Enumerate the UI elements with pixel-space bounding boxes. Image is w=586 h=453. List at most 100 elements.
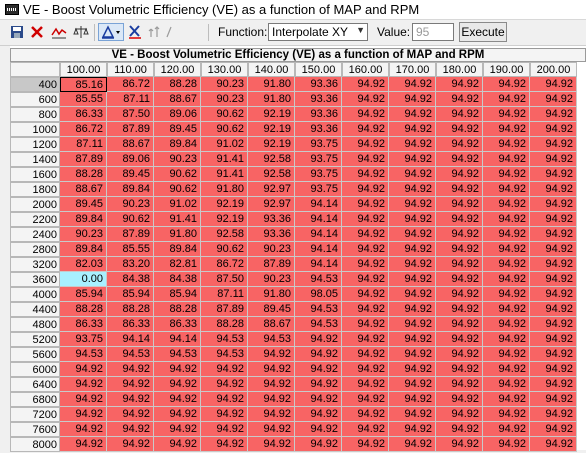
table-cell[interactable]: 94.92 [107, 422, 154, 437]
row-header[interactable]: 4400 [10, 302, 60, 317]
table-cell[interactable]: 94.92 [201, 407, 248, 422]
table-cell[interactable]: 94.92 [60, 407, 107, 422]
table-cell[interactable]: 94.92 [530, 317, 577, 332]
table-cell[interactable]: 94.92 [295, 332, 342, 347]
table-cell[interactable]: 94.92 [436, 212, 483, 227]
table-cell[interactable]: 94.92 [530, 137, 577, 152]
table-cell[interactable]: 91.80 [201, 182, 248, 197]
table-cell[interactable]: 94.92 [530, 122, 577, 137]
table-cell[interactable]: 94.92 [436, 302, 483, 317]
table-cell[interactable]: 90.23 [248, 272, 295, 287]
table-cell[interactable]: 94.92 [342, 122, 389, 137]
row-header[interactable]: 2200 [10, 212, 60, 227]
table-cell[interactable]: 94.92 [530, 287, 577, 302]
table-cell[interactable]: 88.67 [107, 137, 154, 152]
table-cell[interactable]: 88.28 [60, 167, 107, 182]
table-cell[interactable]: 94.92 [107, 392, 154, 407]
table-cell[interactable]: 94.92 [436, 257, 483, 272]
table-cell[interactable]: 0.00 [60, 272, 107, 287]
column-header[interactable]: 100.00 [60, 62, 107, 77]
row-header[interactable]: 1200 [10, 137, 60, 152]
column-header[interactable]: 130.00 [201, 62, 248, 77]
table-cell[interactable]: 94.92 [436, 77, 483, 92]
table-cell[interactable]: 89.84 [60, 212, 107, 227]
function-select[interactable]: Interpolate XY ▼ [268, 23, 368, 41]
table-cell[interactable]: 94.92 [389, 407, 436, 422]
table-cell[interactable]: 94.92 [107, 377, 154, 392]
table-cell[interactable]: 94.92 [342, 242, 389, 257]
table-cell[interactable]: 92.58 [201, 227, 248, 242]
table-cell[interactable]: 89.84 [154, 242, 201, 257]
table-cell[interactable]: 94.92 [342, 182, 389, 197]
table-cell[interactable]: 94.92 [530, 242, 577, 257]
table-cell[interactable]: 90.62 [107, 212, 154, 227]
table-cell[interactable]: 94.92 [530, 362, 577, 377]
table-cell[interactable]: 86.72 [60, 122, 107, 137]
column-header[interactable]: 120.00 [154, 62, 201, 77]
table-cell[interactable]: 94.53 [60, 347, 107, 362]
row-header[interactable]: 2000 [10, 197, 60, 212]
table-cell[interactable]: 87.89 [201, 302, 248, 317]
table-cell[interactable]: 90.62 [201, 122, 248, 137]
table-cell[interactable]: 94.14 [295, 197, 342, 212]
row-header[interactable]: 3600 [10, 272, 60, 287]
table-cell[interactable]: 94.92 [154, 392, 201, 407]
column-header[interactable]: 200.00 [530, 62, 577, 77]
table-cell[interactable]: 94.92 [389, 302, 436, 317]
table-cell[interactable]: 94.92 [530, 182, 577, 197]
table-cell[interactable]: 94.92 [436, 332, 483, 347]
table-cell[interactable]: 94.92 [483, 287, 530, 302]
table-cell[interactable]: 85.55 [107, 242, 154, 257]
table-cell[interactable]: 94.92 [436, 182, 483, 197]
line-graph-icon[interactable] [50, 23, 68, 41]
table-cell[interactable]: 94.92 [483, 347, 530, 362]
row-header[interactable]: 1400 [10, 152, 60, 167]
table-cell[interactable]: 94.92 [60, 377, 107, 392]
table-cell[interactable]: 94.14 [154, 332, 201, 347]
table-cell[interactable]: 91.41 [201, 152, 248, 167]
table-cell[interactable]: 94.92 [295, 377, 342, 392]
table-cell[interactable]: 94.92 [295, 392, 342, 407]
table-cell[interactable]: 94.92 [154, 377, 201, 392]
row-header[interactable]: 4000 [10, 287, 60, 302]
table-cell[interactable]: 94.92 [483, 377, 530, 392]
table-cell[interactable]: 94.92 [154, 407, 201, 422]
table-cell[interactable]: 94.92 [201, 377, 248, 392]
row-header[interactable]: 6800 [10, 392, 60, 407]
table-cell[interactable]: 86.33 [154, 317, 201, 332]
table-cell[interactable]: 87.89 [107, 122, 154, 137]
table-cell[interactable]: 94.92 [436, 197, 483, 212]
table-cell[interactable]: 94.92 [436, 227, 483, 242]
table-cell[interactable]: 94.92 [342, 77, 389, 92]
table-cell[interactable]: 93.36 [248, 212, 295, 227]
table-cell[interactable]: 94.53 [295, 302, 342, 317]
table-cell[interactable]: 94.92 [389, 107, 436, 122]
table-cell[interactable]: 94.92 [483, 137, 530, 152]
table-cell[interactable]: 94.92 [530, 332, 577, 347]
table-cell[interactable]: 86.33 [60, 107, 107, 122]
table-cell[interactable]: 94.92 [436, 242, 483, 257]
table-cell[interactable]: 87.11 [60, 137, 107, 152]
table-cell[interactable]: 94.92 [436, 422, 483, 437]
table-cell[interactable]: 94.92 [483, 317, 530, 332]
table-cell[interactable]: 94.92 [530, 167, 577, 182]
table-cell[interactable]: 94.92 [436, 122, 483, 137]
table-cell[interactable]: 93.75 [295, 137, 342, 152]
table-cell[interactable]: 90.23 [60, 227, 107, 242]
table-cell[interactable]: 94.92 [530, 77, 577, 92]
table-cell[interactable]: 84.38 [107, 272, 154, 287]
table-cell[interactable]: 93.36 [248, 227, 295, 242]
table-cell[interactable]: 94.92 [530, 392, 577, 407]
table-cell[interactable]: 94.92 [342, 332, 389, 347]
table-cell[interactable]: 91.02 [154, 197, 201, 212]
table-cell[interactable]: 86.33 [107, 317, 154, 332]
table-cell[interactable]: 93.75 [295, 182, 342, 197]
table-cell[interactable]: 85.94 [154, 287, 201, 302]
row-header[interactable]: 3200 [10, 257, 60, 272]
table-cell[interactable]: 94.92 [389, 77, 436, 92]
save-icon[interactable] [8, 23, 26, 41]
table-cell[interactable]: 94.92 [342, 167, 389, 182]
table-cell[interactable]: 94.92 [483, 182, 530, 197]
table-cell[interactable]: 93.75 [295, 167, 342, 182]
table-cell[interactable]: 89.06 [107, 152, 154, 167]
